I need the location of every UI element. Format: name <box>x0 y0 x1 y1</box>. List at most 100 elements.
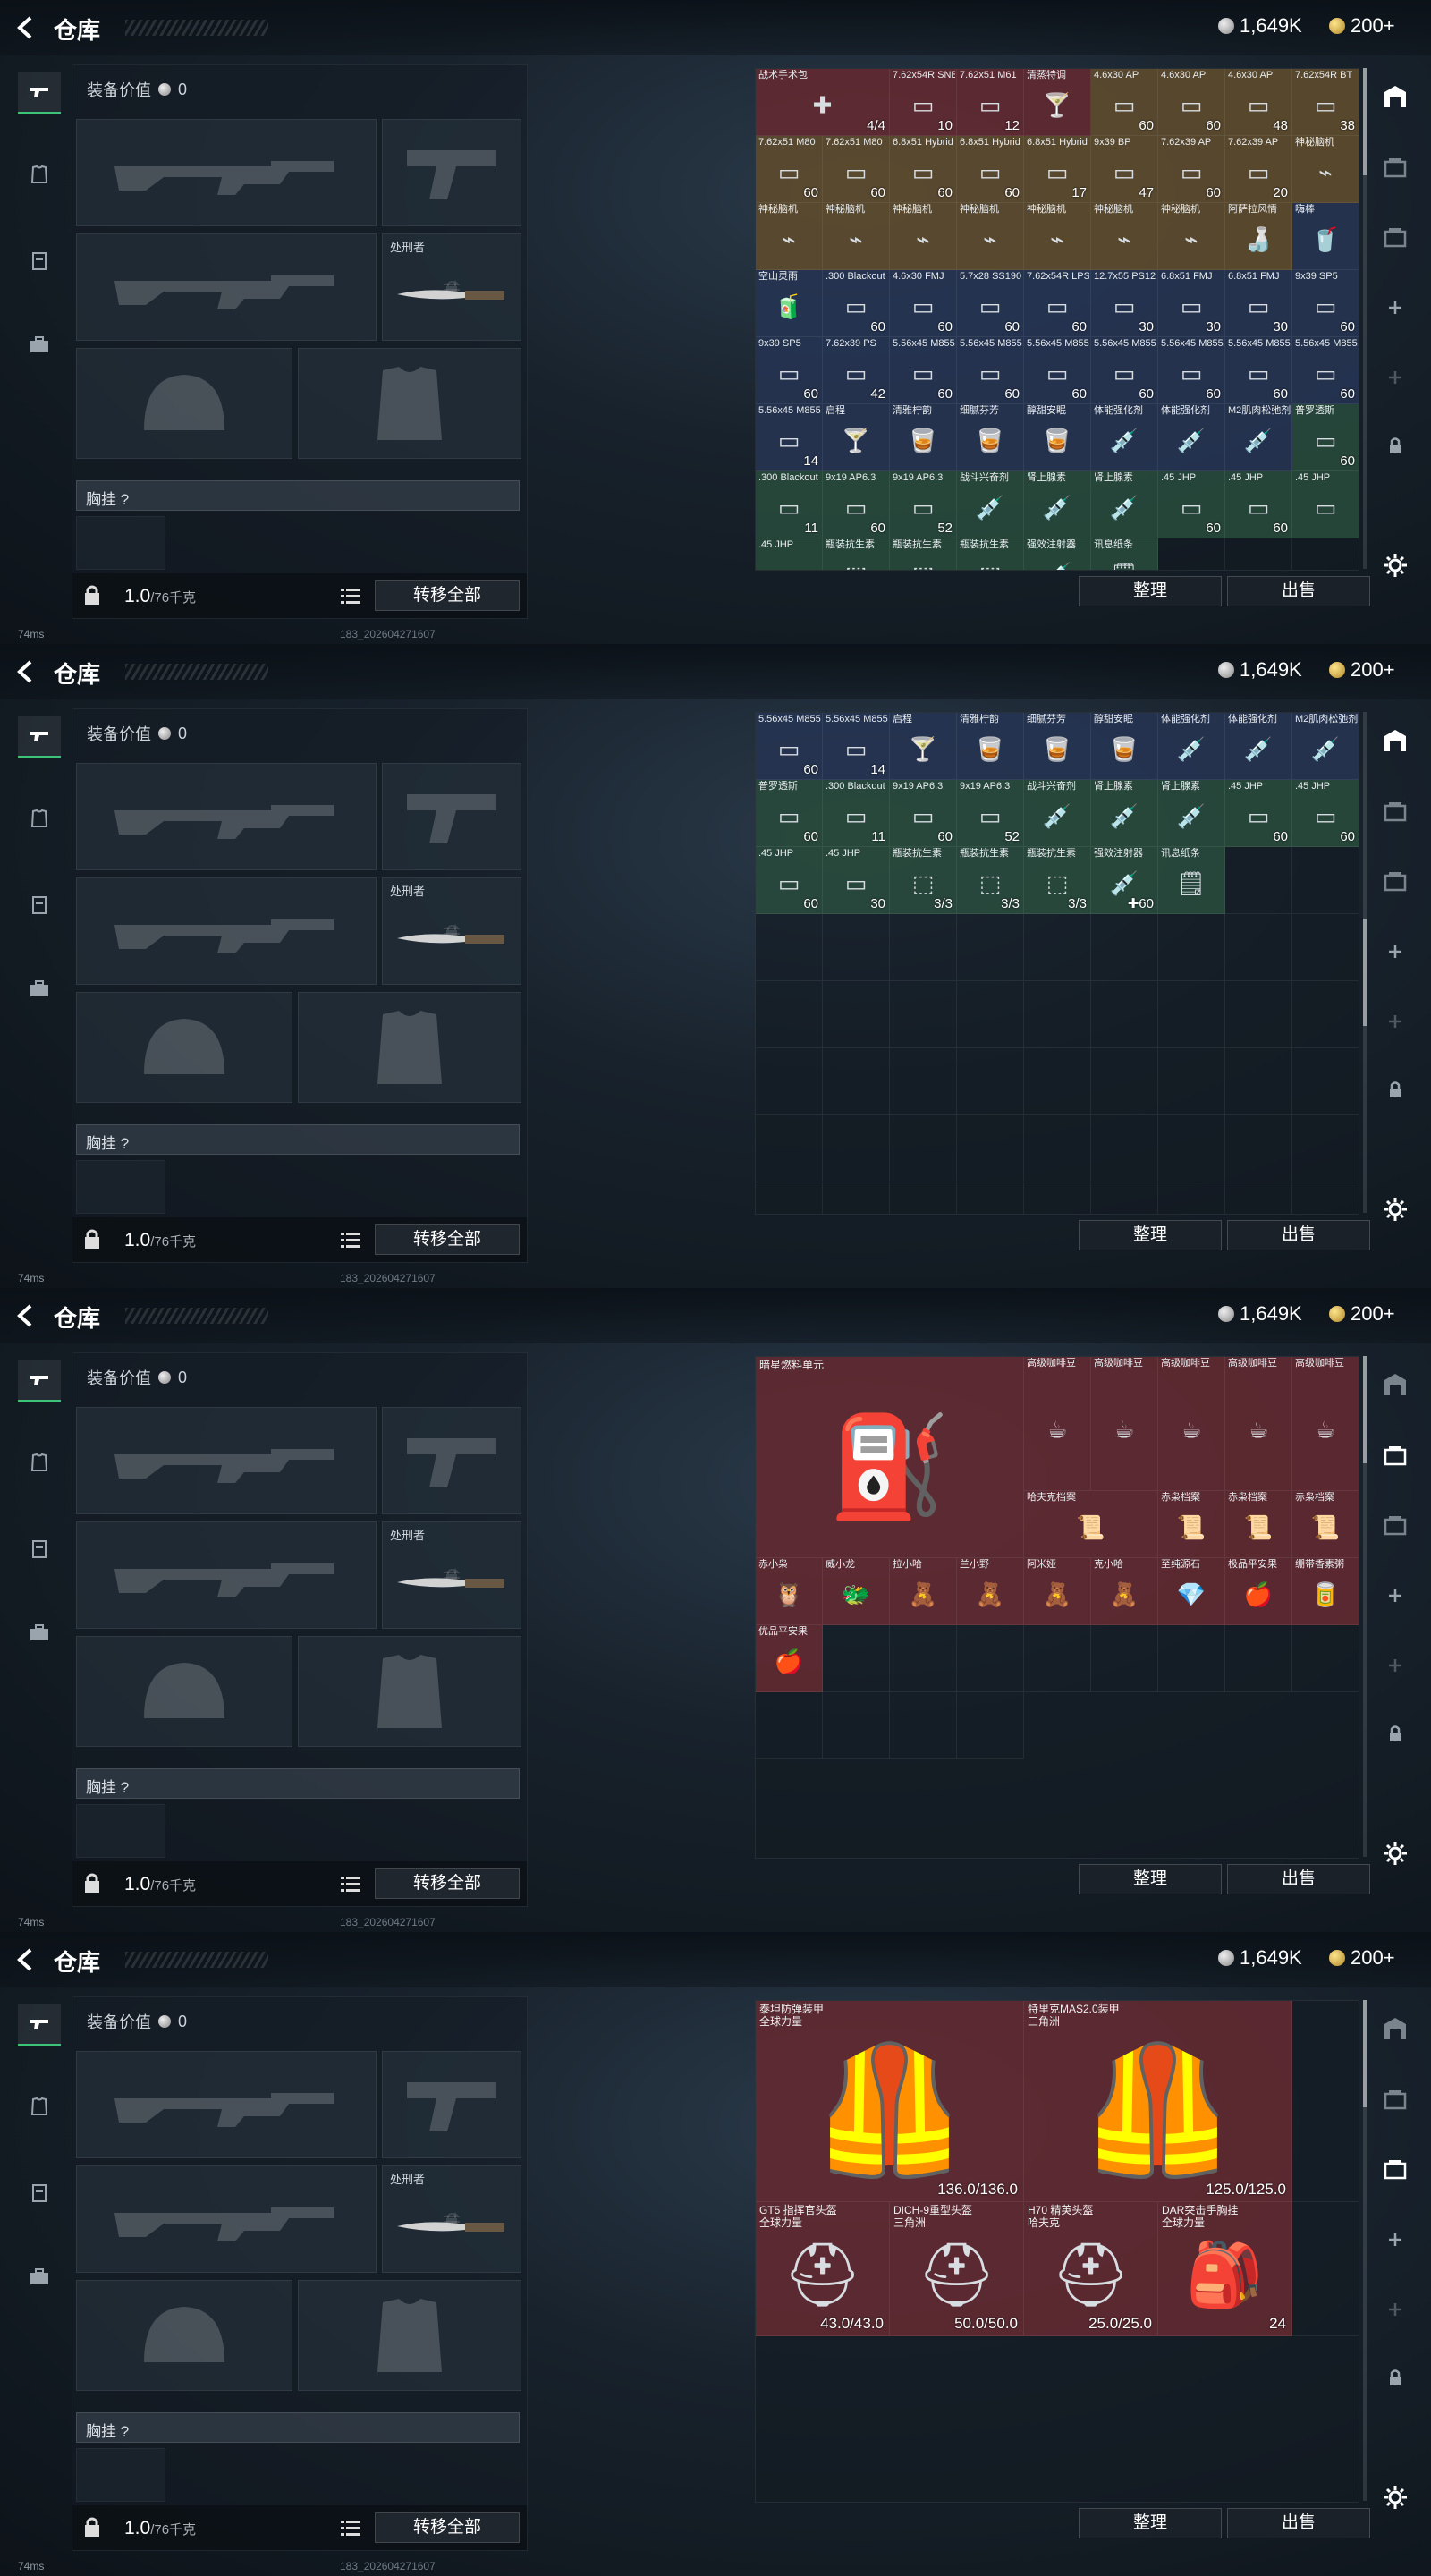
empty-slot[interactable] <box>1158 914 1225 981</box>
empty-slot[interactable] <box>1091 1625 1158 1692</box>
inventory-item[interactable]: 5.56x45 M855A1 ▭ 60 <box>1024 337 1091 404</box>
backpack-tab[interactable] <box>18 1612 61 1655</box>
empty-slot[interactable] <box>890 1625 957 1692</box>
inventory-item[interactable]: 5.7x28 SS190 ▭ 60 <box>957 270 1024 337</box>
gold-currency[interactable]: 200+ <box>1329 658 1395 682</box>
inventory-item[interactable]: 高级咖啡豆 ☕ <box>1091 1357 1158 1491</box>
sort-button[interactable]: 整理 <box>1079 1220 1222 1250</box>
chest-rig-bar[interactable]: 胸挂 ? <box>76 1124 520 1155</box>
inventory-item[interactable]: 清雅柠韵 🥃 <box>957 713 1024 780</box>
empty-slot[interactable] <box>1024 981 1091 1048</box>
add-page-button[interactable] <box>1376 2220 1415 2259</box>
armor-tab[interactable] <box>18 154 61 197</box>
back-button[interactable] <box>13 14 39 41</box>
inventory-item[interactable]: 7.62x51 M80 ▭ 60 <box>823 136 890 203</box>
page-lock[interactable] <box>1376 1070 1415 1109</box>
transfer-all-button[interactable]: 转移全部 <box>375 580 520 611</box>
inventory-item[interactable]: 高级咖啡豆 ☕ <box>1024 1357 1091 1491</box>
storage-page-3[interactable] <box>1376 1506 1415 1546</box>
primary-weapon-slot[interactable] <box>76 763 377 870</box>
inventory-item[interactable]: 细腻芬芳 🥃 <box>1024 713 1091 780</box>
inventory-item[interactable]: 5.56x45 M855A1 ▭ 60 <box>1091 337 1158 404</box>
inventory-item[interactable]: 5.56x45 M855A1 ▭ 14 <box>823 713 890 780</box>
empty-slot[interactable] <box>1225 1625 1292 1692</box>
empty-slot[interactable] <box>1158 1625 1225 1692</box>
empty-slot[interactable] <box>1225 1115 1292 1182</box>
empty-slot[interactable] <box>756 1048 823 1115</box>
inventory-item[interactable]: 战术手术包 ✚ 4/4 <box>756 69 890 136</box>
inventory-item[interactable]: 威小龙 🐲 <box>823 1558 890 1625</box>
weapons-tab[interactable] <box>18 2004 61 2046</box>
storage-page-2[interactable] <box>1376 1436 1415 1476</box>
list-icon[interactable] <box>341 1875 360 1893</box>
inventory-item[interactable]: 阿米娅 🧸 <box>1024 1558 1091 1625</box>
gear-item[interactable]: DICH-9重型头盔 三角洲 ⛑ 50.0/50.0 <box>890 2202 1024 2336</box>
empty-slot[interactable] <box>957 1692 1024 1759</box>
empty-slot[interactable] <box>756 981 823 1048</box>
empty-slot[interactable] <box>957 914 1024 981</box>
empty-slot[interactable] <box>1292 1115 1359 1182</box>
empty-slot[interactable] <box>1292 1048 1359 1115</box>
secondary-weapon-slot[interactable] <box>76 233 377 341</box>
inventory-item[interactable]: 7.62x39 AP ▭ 60 <box>1158 136 1225 203</box>
helmet-slot[interactable] <box>76 348 292 459</box>
inventory-item[interactable]: 拉小哈 🧸 <box>890 1558 957 1625</box>
inventory-item[interactable]: 7.62x39 PS ▭ 42 <box>823 337 890 404</box>
gold-currency[interactable]: 200+ <box>1329 1302 1395 1326</box>
body-armor-slot[interactable] <box>298 1636 521 1747</box>
chest-rig-bar[interactable]: 胸挂 ? <box>76 480 520 511</box>
empty-slot[interactable] <box>890 914 957 981</box>
gold-currency[interactable]: 200+ <box>1329 1946 1395 1970</box>
inventory-item[interactable]: 5.56x45 M855A1 ▭ 60 <box>1158 337 1225 404</box>
empty-slot[interactable] <box>1024 914 1091 981</box>
inventory-item[interactable]: 赤枭档案 📜 <box>1292 1491 1359 1558</box>
inventory-item[interactable]: 5.56x45 M855A1 ▭ 60 <box>1225 337 1292 404</box>
inventory-item[interactable]: 启程 🍸 <box>823 404 890 471</box>
storage-page-2[interactable] <box>1376 792 1415 832</box>
list-icon[interactable] <box>341 1231 360 1249</box>
primary-weapon-slot[interactable] <box>76 2051 377 2158</box>
inventory-item[interactable]: 启程 🍸 <box>890 713 957 780</box>
body-armor-slot[interactable] <box>298 348 521 459</box>
sell-button[interactable]: 出售 <box>1227 1220 1370 1250</box>
add-page-button[interactable] <box>1376 288 1415 327</box>
inventory-item[interactable]: 高级咖啡豆 ☕ <box>1292 1357 1359 1491</box>
list-icon[interactable] <box>341 587 360 605</box>
empty-slot[interactable] <box>957 1048 1024 1115</box>
rig-slot[interactable] <box>76 1160 165 1214</box>
empty-slot[interactable] <box>1158 1048 1225 1115</box>
gear-item[interactable]: GT5 指挥官头盔 全球力量 ⛑ 43.0/43.0 <box>756 2202 890 2336</box>
inventory-item[interactable]: 7.62x39 AP ▭ 20 <box>1225 136 1292 203</box>
inventory-item[interactable]: 体能强化剂 💉 <box>1091 404 1158 471</box>
inventory-item[interactable]: M2肌肉松弛剂 💉 <box>1292 713 1359 780</box>
inventory-item[interactable]: 6.8x51 FMJ ▭ 30 <box>1158 270 1225 337</box>
inventory-item[interactable]: 体能强化剂 💉 <box>1225 713 1292 780</box>
silver-currency[interactable]: 1,649K <box>1218 1946 1302 1970</box>
page-lock[interactable] <box>1376 2358 1415 2397</box>
storage-page-3[interactable] <box>1376 218 1415 258</box>
inventory-item[interactable]: .45 JHP ▭ 60 <box>1158 471 1225 538</box>
rig-tab[interactable] <box>18 884 61 927</box>
inventory-item[interactable]: 清蒸特调 🍸 <box>1024 69 1091 136</box>
body-armor-slot[interactable] <box>298 2280 521 2391</box>
empty-slot[interactable] <box>1292 2001 1359 2202</box>
storage-page-main[interactable] <box>1376 77 1415 116</box>
inventory-item[interactable]: 肾上腺素 💉 <box>1158 780 1225 847</box>
empty-slot[interactable] <box>890 981 957 1048</box>
empty-slot[interactable] <box>957 1182 1024 1214</box>
silver-currency[interactable]: 1,649K <box>1218 14 1302 38</box>
inventory-item[interactable]: 7.62x54R BT ▭ 38 <box>1292 69 1359 136</box>
inventory-item[interactable]: .45 JHP ▭ 60 <box>1225 471 1292 538</box>
inventory-item[interactable]: 5.56x45 M855A1 ▭ 14 <box>756 404 823 471</box>
inventory-item[interactable]: 嗨棒 🥤 <box>1292 203 1359 270</box>
primary-weapon-slot[interactable] <box>76 119 377 226</box>
weapons-tab[interactable] <box>18 716 61 758</box>
empty-slot[interactable] <box>1024 1182 1091 1214</box>
storage-scrollbar[interactable] <box>1363 68 1367 569</box>
primary-weapon-slot[interactable] <box>76 1407 377 1514</box>
empty-slot[interactable] <box>1024 1115 1091 1182</box>
empty-slot[interactable] <box>756 1182 823 1214</box>
inventory-item[interactable]: 6.8x51 Hybrid ▭ 60 <box>957 136 1024 203</box>
rig-tab[interactable] <box>18 240 61 283</box>
inventory-item[interactable]: .45 JHP ▭ 60 <box>1225 780 1292 847</box>
